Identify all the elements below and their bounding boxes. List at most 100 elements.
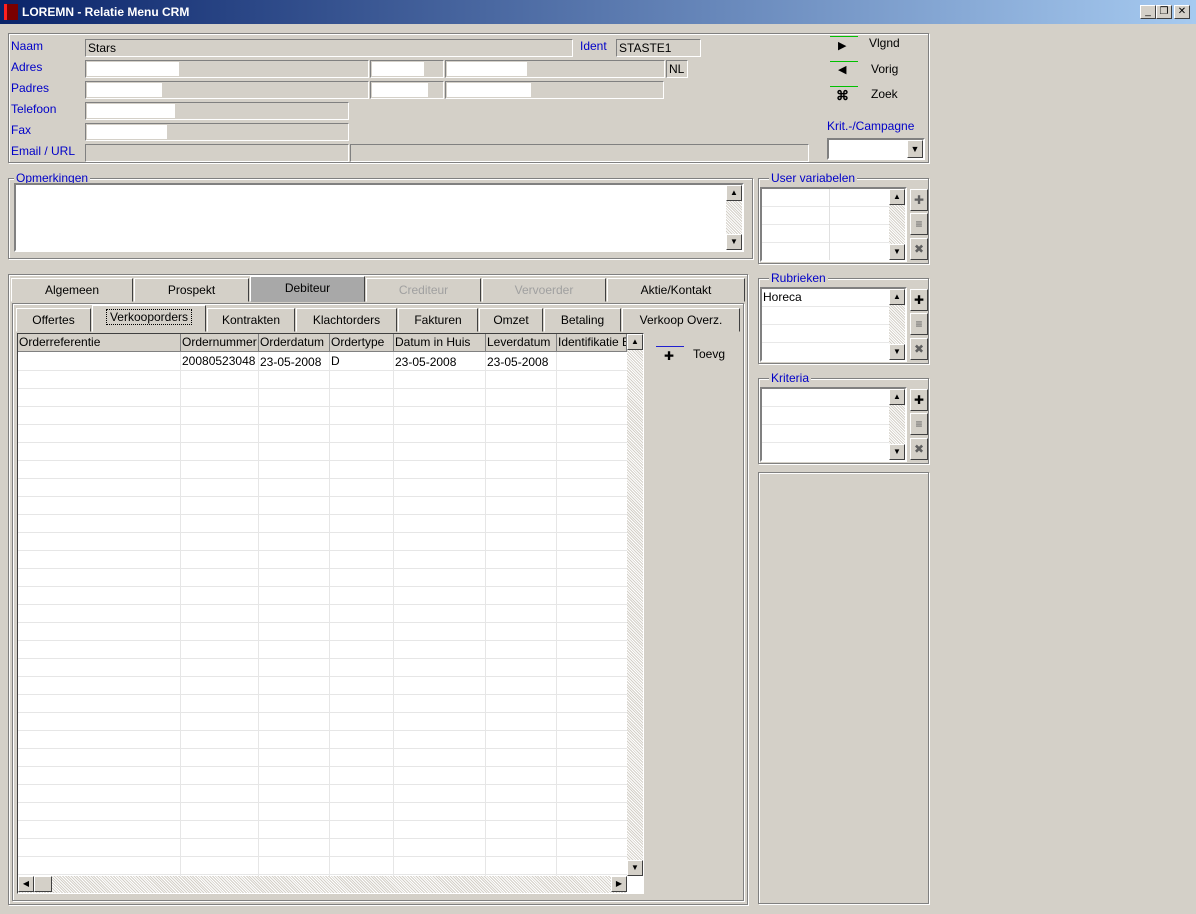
- scroll-up-icon[interactable]: ▲: [889, 289, 905, 305]
- naam-label: Naam: [11, 39, 44, 53]
- user-vars-title: User variabelen: [769, 171, 858, 185]
- kriteria-edit-icon[interactable]: ≡: [910, 413, 928, 435]
- search-button[interactable]: Zoek: [871, 87, 898, 101]
- remarks-textarea[interactable]: ▲ ▼: [14, 183, 744, 252]
- scroll-up-icon[interactable]: ▲: [726, 185, 742, 201]
- col-header-identifikatie[interactable]: Identifikatie E: [557, 334, 627, 352]
- rubrieken-edit-icon[interactable]: ≡: [910, 313, 928, 335]
- next-button[interactable]: Vlgnd: [869, 36, 900, 50]
- tab-crediteur[interactable]: Crediteur: [366, 278, 481, 302]
- remarks-scrollbar[interactable]: ▲ ▼: [726, 185, 742, 250]
- title-bar: LOREMN - Relatie Menu CRM _ ❐ ✕: [0, 0, 1196, 24]
- prev-button[interactable]: Vorig: [871, 62, 898, 76]
- table-row-cell[interactable]: 23-05-2008: [395, 355, 485, 369]
- table-row-cell[interactable]: 20080523048: [182, 354, 258, 368]
- kriteria-add-icon[interactable]: ✚: [910, 389, 928, 411]
- tab-verkooporders[interactable]: Verkooporders: [92, 305, 206, 332]
- prev-arrow-icon[interactable]: ◀: [838, 63, 846, 76]
- scroll-down-icon[interactable]: ▼: [726, 234, 742, 250]
- list-item[interactable]: Horeca: [763, 290, 802, 304]
- minimize-button[interactable]: _: [1140, 5, 1156, 19]
- rubrieken-add-icon[interactable]: ✚: [910, 289, 928, 311]
- email-label: Email / URL: [11, 144, 76, 158]
- scroll-up-icon[interactable]: ▲: [627, 334, 643, 350]
- kriteria-scrollbar[interactable]: ▲ ▼: [889, 389, 905, 460]
- rubrieken-title: Rubrieken: [769, 271, 828, 285]
- user-vars-edit-icon[interactable]: ≡: [910, 213, 928, 235]
- padres-city-field[interactable]: [445, 81, 664, 99]
- tab-vervoerder[interactable]: Vervoerder: [482, 278, 606, 302]
- tab-algemeen[interactable]: Algemeen: [11, 278, 133, 302]
- tab-omzet[interactable]: Omzet: [479, 308, 543, 332]
- adres-label: Adres: [11, 60, 43, 74]
- col-header-ordernummer[interactable]: Ordernummer: [181, 334, 259, 352]
- add-order-button[interactable]: Toevg: [693, 347, 725, 361]
- orders-grid[interactable]: Orderreferentie Ordernummer Orderdatum O…: [17, 333, 644, 894]
- col-header-datum-in-huis[interactable]: Datum in Huis: [394, 334, 486, 352]
- restore-button[interactable]: ❐: [1156, 5, 1172, 19]
- padres-street-field[interactable]: [85, 81, 369, 99]
- naam-field[interactable]: Stars: [85, 39, 573, 57]
- next-arrow-icon[interactable]: ▶: [838, 39, 846, 52]
- add-indicator: [656, 346, 684, 347]
- telefoon-field[interactable]: [85, 102, 349, 120]
- scroll-down-icon[interactable]: ▼: [889, 444, 905, 460]
- add-icon[interactable]: ✚: [664, 349, 674, 363]
- rubrieken-list[interactable]: Horeca ▲ ▼: [760, 287, 907, 362]
- campaign-label: Krit.-/Campagne: [827, 119, 915, 133]
- close-button[interactable]: ✕: [1174, 5, 1190, 19]
- chevron-down-icon[interactable]: ▼: [907, 140, 923, 158]
- binoculars-icon[interactable]: ⌘: [836, 88, 849, 104]
- email-field[interactable]: [85, 144, 349, 162]
- col-header-ordertype[interactable]: Ordertype: [330, 334, 394, 352]
- rubrieken-delete-icon[interactable]: ✖: [910, 338, 928, 360]
- scroll-down-icon[interactable]: ▼: [889, 344, 905, 360]
- padres-label: Padres: [11, 81, 50, 95]
- adres-postcode-field[interactable]: [370, 60, 444, 78]
- fax-label: Fax: [11, 123, 32, 137]
- orders-hscrollbar[interactable]: ◀ ▶: [18, 876, 627, 893]
- scroll-right-icon[interactable]: ▶: [611, 876, 627, 892]
- tab-aktie-kontakt[interactable]: Aktie/Kontakt: [607, 278, 745, 302]
- tab-fakturen[interactable]: Fakturen: [398, 308, 478, 332]
- scroll-up-icon[interactable]: ▲: [889, 389, 905, 405]
- scroll-down-icon[interactable]: ▼: [627, 860, 643, 876]
- scroll-up-icon[interactable]: ▲: [889, 189, 905, 205]
- col-header-orderdatum[interactable]: Orderdatum: [259, 334, 330, 352]
- adres-country-field[interactable]: NL: [666, 60, 688, 78]
- campaign-select[interactable]: ▼: [827, 138, 925, 160]
- url-field[interactable]: [350, 144, 809, 162]
- kriteria-list[interactable]: ▲ ▼: [760, 387, 907, 462]
- col-header-leverdatum[interactable]: Leverdatum: [486, 334, 557, 352]
- user-vars-scrollbar[interactable]: ▲ ▼: [889, 189, 905, 260]
- ident-field[interactable]: STASTE1: [616, 39, 701, 57]
- adres-city-field[interactable]: [445, 60, 665, 78]
- scroll-thumb[interactable]: [34, 876, 52, 892]
- tab-debiteur[interactable]: Debiteur: [250, 276, 365, 302]
- tab-prospekt[interactable]: Prospekt: [134, 278, 249, 302]
- table-row-cell[interactable]: D: [331, 354, 393, 368]
- app-icon: [4, 4, 18, 20]
- tab-klachtorders[interactable]: Klachtorders: [296, 308, 397, 332]
- tab-verkoop-overz[interactable]: Verkoop Overz.: [622, 308, 740, 332]
- table-row-cell[interactable]: 23-05-2008: [487, 355, 556, 369]
- table-row-cell[interactable]: 23-05-2008: [260, 355, 329, 369]
- prev-indicator: [830, 61, 858, 62]
- tab-offertes[interactable]: Offertes: [16, 308, 91, 332]
- orders-vscrollbar[interactable]: ▲ ▼: [627, 334, 643, 876]
- next-indicator: [830, 36, 858, 37]
- scroll-down-icon[interactable]: ▼: [889, 244, 905, 260]
- scroll-left-icon[interactable]: ◀: [18, 876, 34, 892]
- tab-betaling[interactable]: Betaling: [544, 308, 621, 332]
- tab-kontrakten[interactable]: Kontrakten: [207, 308, 295, 332]
- fax-field[interactable]: [85, 123, 349, 141]
- user-vars-add-icon[interactable]: ✚: [910, 189, 928, 211]
- col-header-orderreferentie[interactable]: Orderreferentie: [18, 334, 181, 352]
- ident-label: Ident: [580, 39, 607, 53]
- padres-postcode-field[interactable]: [370, 81, 444, 99]
- user-vars-delete-icon[interactable]: ✖: [910, 238, 928, 260]
- rubrieken-scrollbar[interactable]: ▲ ▼: [889, 289, 905, 360]
- adres-street-field[interactable]: [85, 60, 369, 78]
- kriteria-delete-icon[interactable]: ✖: [910, 438, 928, 460]
- user-vars-list[interactable]: ▲ ▼: [760, 187, 907, 262]
